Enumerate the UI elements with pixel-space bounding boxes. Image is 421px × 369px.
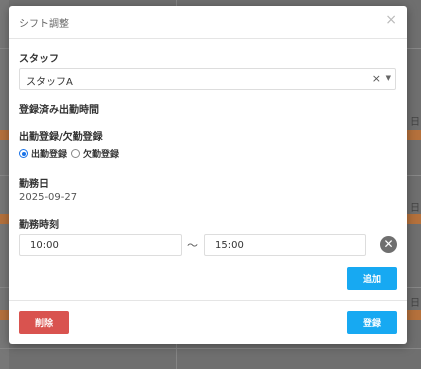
delete-button[interactable]: 削除 [19, 311, 69, 334]
background-event-bar [407, 130, 421, 140]
footer-divider [9, 300, 407, 301]
background-day-label: 日 [410, 117, 420, 128]
shift-adjust-dialog: シフト調整 × スタッフ スタッフA × ▼ 登録済み出勤時間 出勤登録/欠勤登… [9, 6, 407, 344]
dialog-header: シフト調整 × [9, 6, 407, 39]
staff-select[interactable]: スタッフA × ▼ [19, 68, 396, 90]
dialog-title: シフト調整 [19, 19, 69, 30]
background-event-bar [407, 310, 421, 320]
end-time-input[interactable]: 15:00 [204, 234, 366, 256]
remove-time-icon[interactable]: ✕ [380, 236, 397, 253]
work-time-label: 勤務時刻 [19, 220, 59, 231]
attendance-type-label: 出勤登録/欠勤登録 [19, 132, 103, 143]
radio-absent[interactable] [71, 149, 81, 158]
register-button[interactable]: 登録 [347, 311, 397, 334]
background-event-bar [0, 310, 9, 320]
background-day-label: 日 [410, 203, 420, 214]
registered-times-heading: 登録済み出勤時間 [19, 105, 99, 116]
background-event-bar [0, 130, 9, 140]
start-time-input[interactable]: 10:00 [19, 234, 182, 256]
background-event-bar [0, 214, 9, 224]
radio-present[interactable] [19, 149, 28, 158]
add-button[interactable]: 追加 [347, 267, 397, 290]
radio-absent-label[interactable]: 欠勤登録 [83, 147, 119, 160]
staff-label: スタッフ [19, 54, 59, 65]
chevron-down-icon[interactable]: ▼ [386, 74, 391, 82]
attendance-radio-group: 出勤登録 欠勤登録 [19, 147, 123, 160]
radio-present-label[interactable]: 出勤登録 [31, 147, 67, 160]
staff-select-value: スタッフA [26, 77, 73, 88]
close-icon[interactable]: × [385, 12, 397, 28]
background-event-bar [407, 214, 421, 224]
work-date-label: 勤務日 [19, 179, 49, 190]
work-date-value: 2025-09-27 [19, 192, 78, 203]
time-range-separator: 〜 [187, 239, 198, 252]
clear-icon[interactable]: × [372, 72, 381, 85]
background-day-label: 日 [410, 298, 420, 309]
